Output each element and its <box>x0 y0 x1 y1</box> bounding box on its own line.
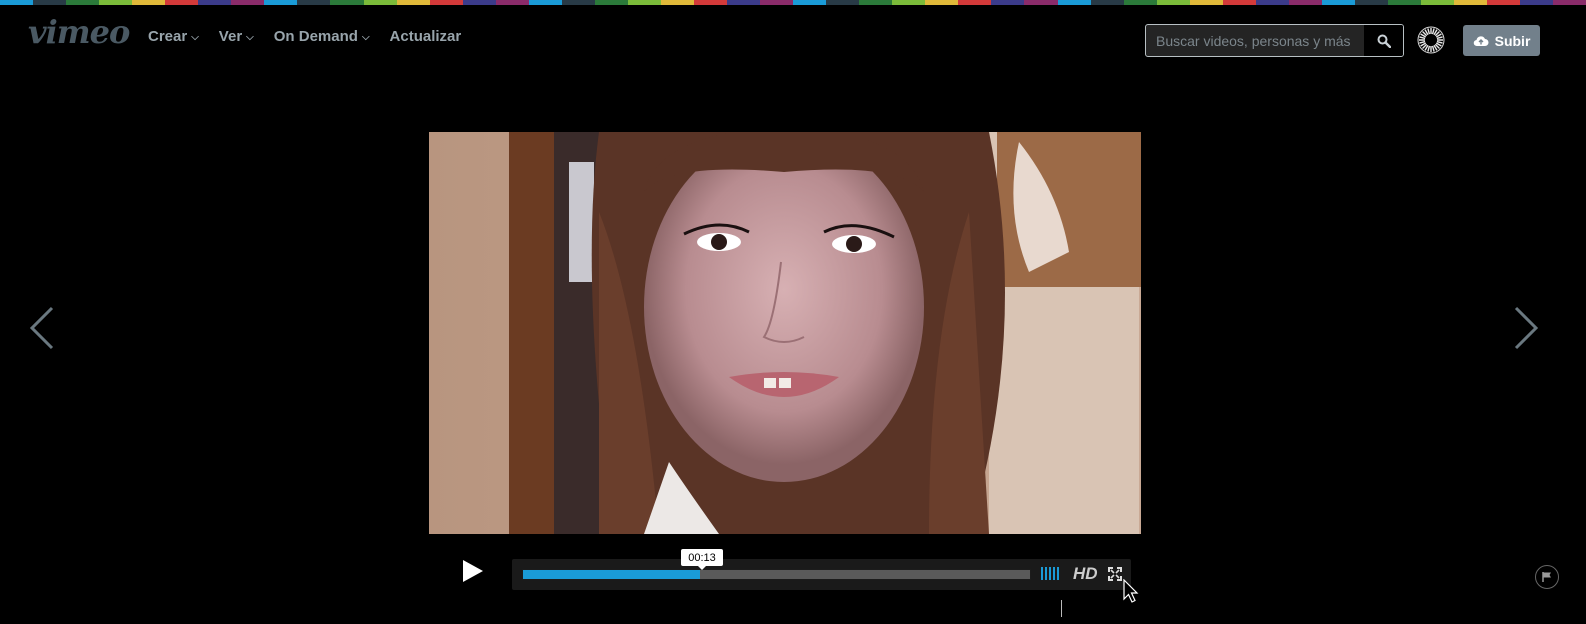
nav-on-demand[interactable]: On Demand ⌵ <box>274 28 370 45</box>
chevron-left-icon[interactable] <box>28 305 56 351</box>
player-controls: HD <box>512 559 1131 590</box>
avatar-sunburst-icon[interactable] <box>1417 26 1445 54</box>
search-icon <box>1377 34 1391 48</box>
nav-crear[interactable]: Crear ⌵ <box>148 28 199 45</box>
nav-ver[interactable]: Ver ⌵ <box>219 28 254 45</box>
search-button[interactable] <box>1364 25 1403 56</box>
search-box <box>1145 24 1404 57</box>
chevron-down-icon: ⌵ <box>191 32 199 43</box>
nav-crear-label: Crear <box>148 28 188 45</box>
play-icon[interactable] <box>456 557 488 585</box>
top-navigation-bar: vimeo Crear ⌵ Ver ⌵ On Demand ⌵ Actualiz… <box>0 5 1586 67</box>
nav-actualizar[interactable]: Actualizar <box>390 28 462 45</box>
volume-bar <box>1053 567 1055 580</box>
fullscreen-icon[interactable] <box>1108 567 1122 581</box>
chevron-down-icon: ⌵ <box>361 32 370 43</box>
volume-control[interactable] <box>1041 567 1059 580</box>
vimeo-logo[interactable]: vimeo <box>28 13 130 51</box>
volume-bar <box>1045 567 1047 580</box>
progress-fill <box>523 570 701 579</box>
nav-on-demand-label: On Demand <box>273 28 358 45</box>
upload-button[interactable]: Subir <box>1463 25 1540 56</box>
volume-bar <box>1057 567 1059 580</box>
video-still <box>429 132 1141 534</box>
mouse-pointer-icon <box>1123 579 1139 603</box>
chevron-right-icon[interactable] <box>1512 305 1540 351</box>
main-nav: Crear ⌵ Ver ⌵ On Demand ⌵ Actualizar <box>148 28 481 45</box>
search-input[interactable] <box>1146 25 1363 56</box>
upload-label: Subir <box>1494 32 1531 49</box>
nav-ver-label: Ver <box>218 28 243 45</box>
volume-bar <box>1041 567 1043 580</box>
video-frame[interactable] <box>429 132 1141 534</box>
flag-button[interactable] <box>1535 565 1559 589</box>
volume-bar <box>1049 567 1051 580</box>
chevron-down-icon: ⌵ <box>246 32 254 43</box>
nav-actualizar-label: Actualizar <box>389 28 462 45</box>
cloud-upload-icon <box>1473 35 1489 46</box>
text-caret <box>1061 600 1062 617</box>
flag-icon <box>1542 572 1551 582</box>
current-time-tooltip: 00:13 <box>681 549 723 570</box>
hd-toggle[interactable]: HD <box>1073 564 1098 584</box>
progress-bar[interactable] <box>522 569 1031 580</box>
